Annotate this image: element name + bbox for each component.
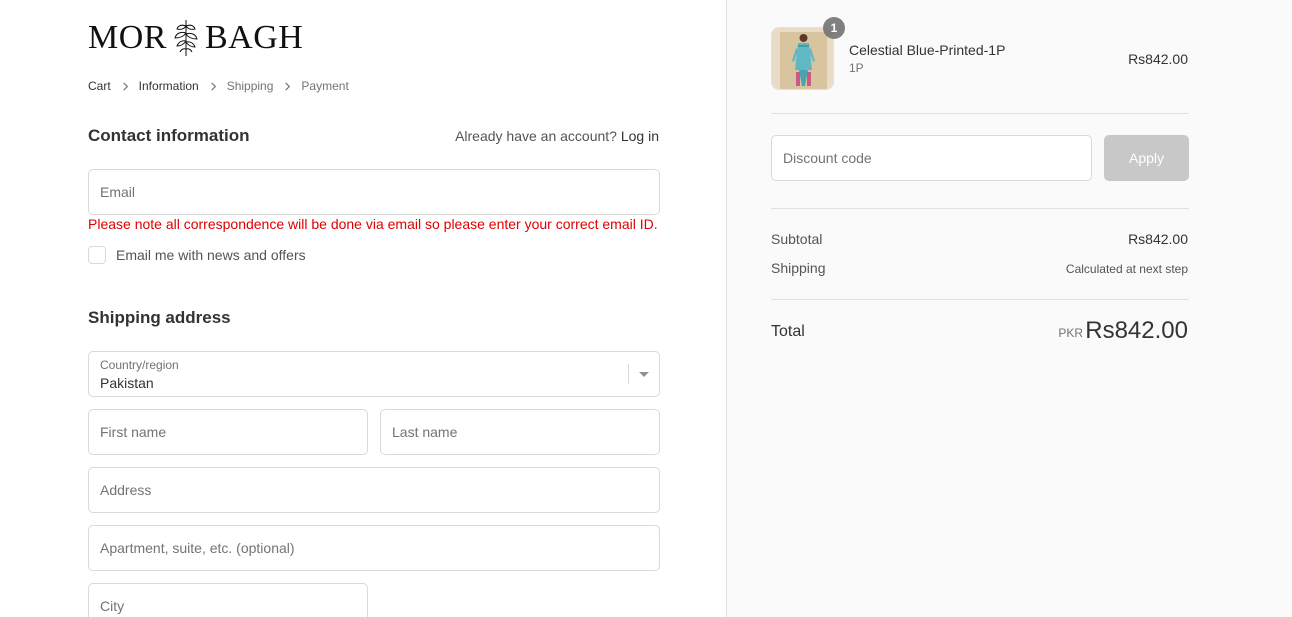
total-label: Total [771, 323, 805, 340]
select-divider [628, 364, 629, 384]
account-prompt: Already have an account? Log in [455, 128, 659, 144]
product-name: Celestial Blue-Printed-1P [849, 42, 1006, 58]
breadcrumb-cart[interactable]: Cart [88, 79, 111, 93]
breadcrumb-information: Information [138, 79, 199, 93]
email-field[interactable] [88, 169, 660, 215]
apartment-field[interactable] [88, 525, 660, 571]
shipping-label: Shipping [771, 260, 826, 276]
address-input[interactable] [89, 468, 659, 512]
first-name-input[interactable] [89, 410, 367, 454]
chevron-right-icon [210, 81, 216, 91]
checkout-main: MOR BAGH Cart Information Shipping Payme… [0, 0, 726, 617]
logo-text-left: MOR [88, 19, 167, 56]
product-variant: 1P [849, 61, 864, 75]
order-summary: 1 Celestial Blue-Printed-1P 1P Rs842.00 … [726, 0, 1292, 617]
country-select-label: Country/region [100, 358, 179, 372]
newsletter-option[interactable]: Email me with news and offers [88, 246, 306, 264]
chevron-right-icon [285, 81, 291, 91]
chevron-right-icon [122, 81, 128, 91]
login-link[interactable]: Log in [621, 128, 659, 144]
contact-section-title: Contact information [88, 126, 250, 145]
dress-product-image [772, 28, 833, 89]
logo-text-right: BAGH [204, 19, 304, 56]
summary-divider [771, 113, 1189, 114]
discount-input[interactable] [772, 136, 1091, 180]
brand-logo[interactable]: MOR BAGH [88, 18, 303, 58]
product-thumbnail [771, 27, 834, 90]
last-name-input[interactable] [381, 410, 659, 454]
product-price: Rs842.00 [1128, 51, 1188, 67]
account-prompt-text: Already have an account? [455, 128, 617, 144]
shipping-value: Calculated at next step [1065, 262, 1188, 276]
total-currency: PKR [1058, 326, 1083, 340]
apartment-input[interactable] [89, 526, 659, 570]
breadcrumb-payment: Payment [301, 79, 349, 93]
first-name-field[interactable] [88, 409, 368, 455]
subtotal-value: Rs842.00 [1128, 231, 1188, 247]
summary-divider [771, 299, 1189, 300]
apply-button[interactable]: Apply [1104, 135, 1189, 181]
city-input[interactable] [89, 584, 367, 617]
address-field[interactable] [88, 467, 660, 513]
leaf-sprig-icon [174, 20, 198, 56]
breadcrumb: Cart Information Shipping Payment [88, 79, 349, 93]
shipping-section-title: Shipping address [88, 308, 231, 327]
breadcrumb-shipping: Shipping [226, 79, 274, 93]
discount-field[interactable] [771, 135, 1092, 181]
newsletter-label[interactable]: Email me with news and offers [116, 247, 306, 263]
subtotal-label: Subtotal [771, 231, 823, 247]
last-name-field[interactable] [380, 409, 660, 455]
quantity-badge: 1 [823, 17, 845, 39]
email-input[interactable] [89, 170, 659, 214]
country-select-value: Pakistan [100, 375, 154, 391]
city-field[interactable] [88, 583, 368, 617]
email-notice: Please note all correspondence will be d… [88, 216, 658, 232]
caret-down-icon[interactable] [639, 372, 649, 377]
summary-divider [771, 208, 1189, 209]
newsletter-checkbox[interactable] [88, 246, 106, 264]
country-select[interactable]: Country/region Pakistan [88, 351, 660, 397]
total-amount: Rs842.00 [1085, 317, 1188, 344]
